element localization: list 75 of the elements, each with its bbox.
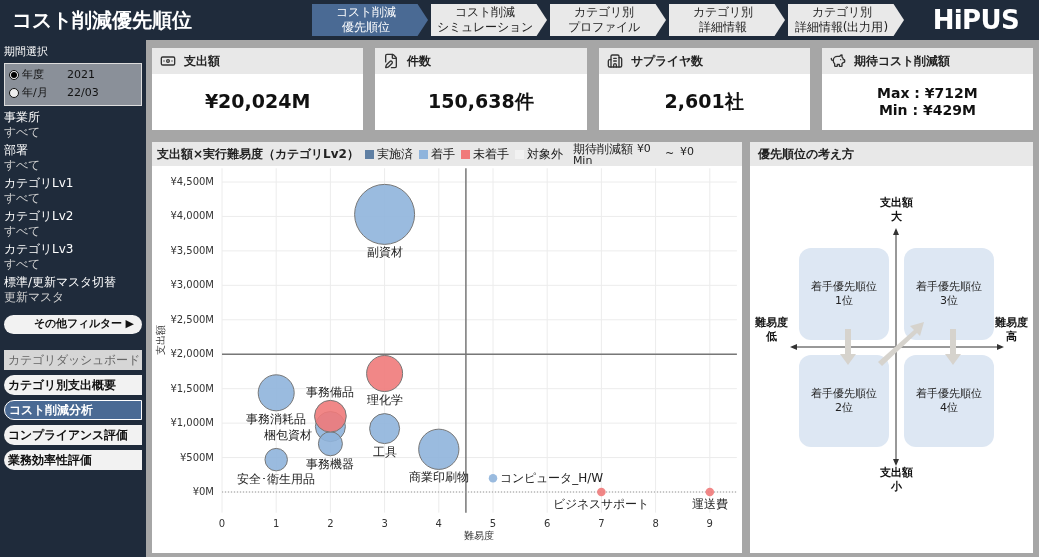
x-tick-label: 3 xyxy=(381,517,388,529)
period-label: 期間選択 xyxy=(4,44,49,60)
radio-label: 年度 xyxy=(22,66,45,83)
filter-label: 標準/更新マスタ切替 xyxy=(4,274,118,290)
bubble-label: 副資材 xyxy=(366,245,403,260)
x-tick-label: 1 xyxy=(273,517,280,529)
bubble-label: 事務機器 xyxy=(306,456,355,471)
x-tick-label: 5 xyxy=(489,517,497,529)
chart-title: 支出額×実行難易度（カテゴリLv2） xyxy=(157,146,359,163)
kpi-value: Min : ¥429M xyxy=(878,102,976,120)
bubble-label: 運送費 xyxy=(691,497,728,512)
kpi-title: 件数 xyxy=(407,53,432,70)
y-tick-label: ¥4,500M xyxy=(170,176,214,187)
kpi-value: Max : ¥712M xyxy=(877,84,978,102)
y-tick-label: ¥500M xyxy=(179,451,214,463)
legend-label: 実施済 xyxy=(376,146,413,163)
bubble-label: 事務消耗品 xyxy=(246,411,307,426)
legend-label: 未着手 xyxy=(472,146,509,163)
priority-box: 着手優先順位 1位 xyxy=(799,248,889,340)
period-value: 2021 xyxy=(67,66,95,83)
bubble-label: 商業印刷物 xyxy=(408,470,469,485)
filter-label: カテゴリLv2 xyxy=(4,208,75,224)
y-tick-label: ¥0M xyxy=(192,486,214,497)
y-tick-label: ¥4,000M xyxy=(170,210,214,222)
radio-label: 年/月 xyxy=(22,85,49,101)
axis-label: 難易度 低 xyxy=(753,316,789,344)
x-tick-label: 7 xyxy=(598,517,605,529)
y-tick-label: ¥3,000M xyxy=(170,279,214,291)
y-tick-label: ¥1,500M xyxy=(170,382,214,394)
x-tick-label: 0 xyxy=(218,517,226,529)
x-axis-title: 難易度 xyxy=(464,530,495,541)
filter-label: カテゴリLv3 xyxy=(4,241,75,257)
bubble-label: コンピュータ_H/W xyxy=(500,471,604,486)
filter-value: ¥0 xyxy=(680,144,695,160)
x-tick-label: 8 xyxy=(652,517,659,529)
priority-box: 着手優先順位 2位 xyxy=(799,355,889,447)
axis-label: 支出額 大 xyxy=(878,196,914,224)
bubble-label: 梱包資材 xyxy=(264,427,313,442)
range-separator: ~ xyxy=(664,145,675,162)
filter-label: 事業所 xyxy=(4,109,41,125)
y-tick-label: ¥2,500M xyxy=(170,313,214,325)
x-tick-label: 9 xyxy=(706,517,713,529)
axis-label: 難易度 高 xyxy=(993,316,1029,344)
filter-label: 部署 xyxy=(4,142,29,158)
x-tick-label: 4 xyxy=(435,517,442,529)
bubble-label: 事務備品 xyxy=(306,385,355,400)
legend-label: 対象外 xyxy=(526,146,563,163)
x-tick-label: 6 xyxy=(544,517,551,529)
period-value: 22/03 xyxy=(67,85,99,101)
bubble-label: 工具 xyxy=(372,444,397,459)
kpi-title: 期待コスト削減額 xyxy=(853,53,950,70)
legend-label: 着手 xyxy=(430,146,455,163)
filter-label: カテゴリLv1 xyxy=(4,175,75,191)
bubble-label: 理化学 xyxy=(366,392,403,407)
logo: HiPUS xyxy=(932,3,1019,37)
bubble-label: 安全･衛生用品 xyxy=(237,471,316,486)
y-tick-label: ¥2,000M xyxy=(170,348,214,360)
y-tick-label: ¥1,000M xyxy=(170,417,214,429)
y-axis-title: 支出額 xyxy=(155,325,166,356)
panel-title: 優先順位の考え方 xyxy=(758,146,854,163)
kpi-title: 支出額 xyxy=(184,53,220,70)
x-tick-label: 2 xyxy=(327,517,334,529)
kpi-value: 150,638件 xyxy=(428,90,534,114)
filter-label: 期待削減額 xyxy=(572,142,633,155)
y-tick-label: ¥3,500M xyxy=(170,244,214,256)
page-title: コスト削減優先順位 xyxy=(12,7,193,34)
filter-label: Min xyxy=(572,154,593,166)
filter-value: ¥0 xyxy=(636,142,651,155)
priority-box: 着手優先順位 3位 xyxy=(904,248,994,340)
kpi-title: サプライヤ数 xyxy=(630,53,703,70)
priority-box: 着手優先順位 4位 xyxy=(904,355,994,447)
axis-label: 支出額 小 xyxy=(878,466,914,494)
bubble-label: ビジネスサポート xyxy=(553,497,650,512)
kpi-value: ¥20,024M xyxy=(204,90,311,114)
kpi-value: 2,601社 xyxy=(664,90,744,114)
